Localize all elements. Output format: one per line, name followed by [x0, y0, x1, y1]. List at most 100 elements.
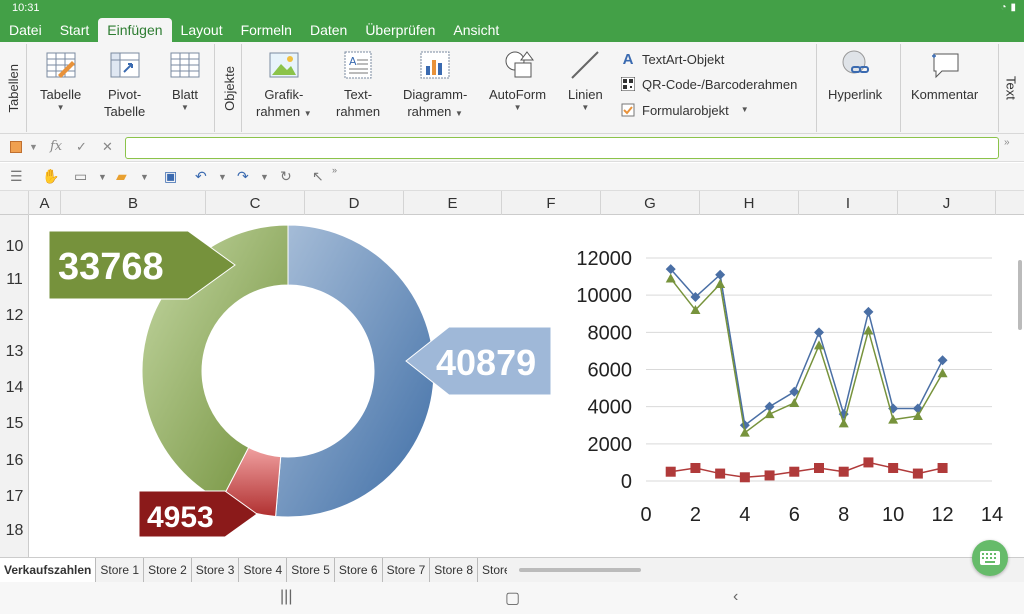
cell-reference-icon[interactable]: [10, 141, 22, 153]
column-header[interactable]: C: [206, 191, 305, 215]
menu-icon[interactable]: ☰: [10, 168, 23, 185]
donut-slice[interactable]: [275, 224, 435, 518]
textrahmen-button[interactable]: A Text-rahmen: [336, 48, 380, 120]
chevron-down-icon[interactable]: ▼: [98, 172, 107, 182]
linien-button[interactable]: Linien ▼: [568, 48, 603, 113]
recent-apps-icon[interactable]: |||: [280, 588, 292, 606]
chevron-down-icon[interactable]: ▼: [140, 172, 149, 182]
redo-icon[interactable]: ↷: [237, 168, 249, 185]
formula-bar: ▼ fx ✓ ✕ »: [0, 134, 1024, 162]
open-folder-icon[interactable]: ▰: [116, 168, 127, 185]
kommentar-label: Kommentar: [911, 87, 979, 102]
column-header[interactable]: J: [898, 191, 996, 215]
x-tick-label: 6: [789, 504, 800, 526]
sheet-tab[interactable]: Store 2: [144, 558, 192, 582]
column-header[interactable]: H: [700, 191, 799, 215]
save-icon[interactable]: ▣: [164, 168, 177, 185]
row-header[interactable]: 11: [0, 262, 29, 298]
comment-icon: [928, 48, 962, 82]
sheet-tab[interactable]: Store 9: [478, 558, 507, 582]
sheet-area[interactable]: 33768 40879 4953 0 2000 4000 6000 8000 10000 1…: [30, 215, 1024, 557]
formularobjekt-button[interactable]: Formularobjekt ▼: [620, 102, 749, 118]
menu-layout[interactable]: Layout: [172, 18, 232, 42]
column-header[interactable]: G: [601, 191, 700, 215]
ribbon-separator: [241, 44, 242, 132]
data-point: [789, 397, 800, 407]
expand-icon[interactable]: »: [1004, 137, 1010, 148]
sheet-tab[interactable]: Verkaufszahlen: [0, 558, 97, 582]
corner-cell[interactable]: [0, 191, 29, 215]
donut-label: 4953: [147, 501, 214, 534]
y-tick-label: 8000: [588, 322, 633, 344]
pivot-tabelle-button[interactable]: Pivot- Tabelle: [104, 48, 145, 120]
chevron-down-icon[interactable]: ▼: [260, 172, 269, 182]
menu-formeln[interactable]: Formeln: [232, 18, 301, 42]
qr-code-icon: [620, 76, 636, 92]
formula-input[interactable]: [125, 137, 999, 159]
sheet-tab[interactable]: Store 7: [383, 558, 431, 582]
column-header[interactable]: E: [404, 191, 502, 215]
qrcode-button[interactable]: QR-Code-/Barcoderahmen: [620, 76, 797, 92]
cancel-icon[interactable]: ✕: [102, 139, 113, 155]
sheet-tab[interactable]: Store 6: [335, 558, 383, 582]
confirm-icon[interactable]: ✓: [76, 139, 87, 155]
menu-einfuegen[interactable]: Einfügen: [98, 18, 172, 42]
undo-icon[interactable]: ↶: [195, 168, 207, 185]
column-header[interactable]: D: [305, 191, 404, 215]
hand-icon[interactable]: ✋: [42, 168, 59, 185]
sheet-tab[interactable]: Store 1: [96, 558, 145, 582]
line-chart[interactable]: 0 2000 4000 6000 8000 10000 12000 0 2 4 6 8 10 12 14: [576, 248, 1003, 526]
chevron-down-icon[interactable]: ▼: [29, 142, 38, 152]
textart-button[interactable]: A TextArt-Objekt: [620, 51, 725, 68]
form-object-icon: [620, 102, 636, 118]
status-time: 10:31: [12, 2, 40, 14]
pivot-label: Pivot- Tabelle: [104, 87, 146, 119]
home-icon[interactable]: ▢: [505, 588, 520, 608]
back-icon[interactable]: ‹: [733, 588, 738, 606]
row-header[interactable]: 12: [0, 298, 29, 334]
battery-icon: ▮: [1010, 2, 1016, 13]
row-header[interactable]: 18: [0, 513, 29, 549]
row-header[interactable]: 10: [0, 229, 29, 265]
chevron-down-icon[interactable]: ▼: [218, 172, 227, 182]
row-header[interactable]: 13: [0, 334, 29, 370]
x-tick-label: 10: [882, 504, 904, 526]
sheet-tab[interactable]: Store 8: [430, 558, 478, 582]
sheet-tab[interactable]: Store 5: [287, 558, 335, 582]
pointer-icon[interactable]: ↖: [312, 168, 324, 185]
row-header[interactable]: 17: [0, 479, 29, 515]
x-tick-label: 2: [690, 504, 701, 526]
column-header[interactable]: I: [799, 191, 898, 215]
new-document-icon[interactable]: ▭: [74, 168, 87, 185]
repeat-icon[interactable]: ↻: [280, 168, 292, 185]
tabelle-button[interactable]: Tabelle ▼: [40, 48, 81, 113]
sheet-tab[interactable]: Store 3: [192, 558, 240, 582]
grafikrahmen-button[interactable]: Grafik-rahmen ▼: [256, 48, 312, 120]
kommentar-button[interactable]: Kommentar: [911, 48, 978, 103]
horizontal-scrollbar[interactable]: [519, 568, 641, 572]
autoform-button[interactable]: AutoForm ▼: [489, 48, 546, 113]
menu-datei[interactable]: Datei: [0, 18, 51, 42]
menu-ueberpruefen[interactable]: Überprüfen: [356, 18, 444, 42]
more-icon[interactable]: »: [332, 165, 337, 175]
row-header[interactable]: 16: [0, 443, 29, 479]
row-header[interactable]: 15: [0, 406, 29, 442]
column-header[interactable]: A: [29, 191, 61, 215]
column-header[interactable]: B: [61, 191, 206, 215]
hyperlink-button[interactable]: Hyperlink: [828, 48, 882, 103]
hyperlink-icon: [838, 48, 872, 82]
menu-ansicht[interactable]: Ansicht: [444, 18, 508, 42]
keyboard-button[interactable]: [972, 540, 1008, 576]
series-line: [670, 277, 944, 435]
data-point: [764, 470, 775, 481]
row-header[interactable]: 14: [0, 370, 29, 406]
column-header[interactable]: F: [502, 191, 601, 215]
menu-daten[interactable]: Daten: [301, 18, 356, 42]
function-icon[interactable]: fx: [50, 139, 62, 154]
menu-start[interactable]: Start: [51, 18, 99, 42]
diagrammrahmen-button[interactable]: Diagramm-rahmen ▼: [403, 48, 467, 120]
y-tick-label: 0: [621, 471, 632, 493]
vertical-scrollbar[interactable]: [1018, 260, 1022, 330]
sheet-tab[interactable]: Store 4: [239, 558, 288, 582]
blatt-button[interactable]: Blatt ▼: [168, 48, 202, 113]
